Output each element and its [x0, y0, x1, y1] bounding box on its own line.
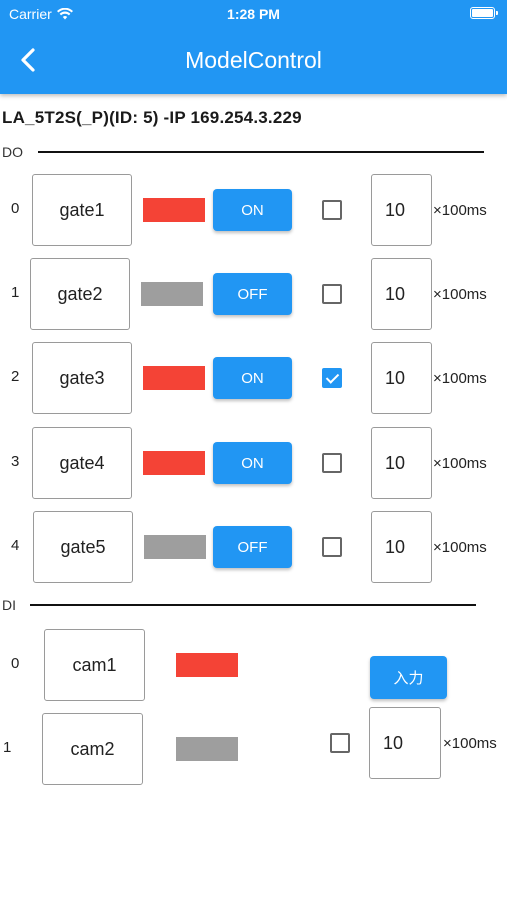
do-name-field[interactable]: gate3 — [32, 342, 132, 414]
di-row-1: 1 cam2 10 ×100ms — [0, 707, 507, 785]
do-interval-unit: ×100ms — [433, 202, 487, 219]
do-interval-input[interactable]: 10 — [371, 342, 432, 414]
di-row-index: 0 — [11, 655, 20, 672]
do-interval-unit: ×100ms — [433, 539, 487, 556]
do-row-2: 2 gate3 ON 10 ×100ms — [0, 342, 507, 414]
do-name-field[interactable]: gate2 — [30, 258, 130, 330]
do-checkbox[interactable] — [322, 200, 342, 220]
do-status-indicator — [141, 282, 203, 306]
do-interval-input[interactable]: 10 — [371, 258, 432, 330]
do-status-indicator — [143, 451, 205, 475]
di-divider — [30, 604, 476, 606]
do-name-field[interactable]: gate4 — [32, 427, 132, 499]
do-status-indicator — [143, 366, 205, 390]
do-interval-input[interactable]: 10 — [371, 174, 432, 246]
di-interval-unit: ×100ms — [443, 735, 497, 752]
do-toggle-button[interactable]: ON — [213, 189, 292, 231]
device-info: LA_5T2S(_P)(ID: 5) -IP 169.254.3.229 — [2, 108, 302, 127]
status-time: 1:28 PM — [227, 6, 280, 22]
do-row-4: 4 gate5 OFF 10 ×100ms — [0, 511, 507, 583]
do-interval-unit: ×100ms — [433, 286, 487, 303]
do-row-index: 0 — [11, 200, 20, 217]
do-name-field[interactable]: gate1 — [32, 174, 132, 246]
do-toggle-button[interactable]: OFF — [213, 273, 292, 315]
di-name-field[interactable]: cam1 — [44, 629, 145, 701]
di-interval-input[interactable]: 10 — [369, 707, 441, 779]
app-bar: Carrier 1:28 PM ModelControl — [0, 0, 507, 94]
page-title: ModelControl — [185, 47, 322, 73]
do-status-indicator — [144, 535, 206, 559]
status-bar: Carrier 1:28 PM — [0, 6, 507, 24]
do-row-0: 0 gate1 ON 10 ×100ms — [0, 174, 507, 246]
do-checkbox[interactable] — [322, 537, 342, 557]
do-interval-unit: ×100ms — [433, 370, 487, 387]
do-row-index: 4 — [11, 537, 20, 554]
do-row-1: 1 gate2 OFF 10 ×100ms — [0, 258, 507, 330]
do-toggle-button[interactable]: ON — [213, 442, 292, 484]
do-row-3: 3 gate4 ON 10 ×100ms — [0, 427, 507, 499]
do-interval-input[interactable]: 10 — [371, 427, 432, 499]
di-name-field[interactable]: cam2 — [42, 713, 143, 785]
do-section-label: DO — [2, 144, 23, 160]
do-name-field[interactable]: gate5 — [33, 511, 133, 583]
di-status-indicator — [176, 737, 238, 761]
do-divider — [38, 151, 484, 153]
do-status-indicator — [143, 198, 205, 222]
do-row-index: 3 — [11, 453, 20, 470]
di-row-index: 1 — [3, 739, 12, 756]
di-section-label: DI — [2, 597, 16, 613]
do-toggle-button[interactable]: OFF — [213, 526, 292, 568]
input-button[interactable]: 入力 — [370, 656, 447, 699]
do-row-index: 2 — [11, 368, 20, 385]
do-checkbox[interactable] — [322, 284, 342, 304]
do-interval-input[interactable]: 10 — [371, 511, 432, 583]
do-checkbox[interactable] — [322, 453, 342, 473]
di-status-indicator — [176, 653, 238, 677]
di-checkbox[interactable] — [330, 733, 350, 753]
battery-icon — [470, 7, 498, 19]
do-row-index: 1 — [11, 284, 20, 301]
do-interval-unit: ×100ms — [433, 455, 487, 472]
do-checkbox[interactable] — [322, 368, 342, 388]
do-toggle-button[interactable]: ON — [213, 357, 292, 399]
